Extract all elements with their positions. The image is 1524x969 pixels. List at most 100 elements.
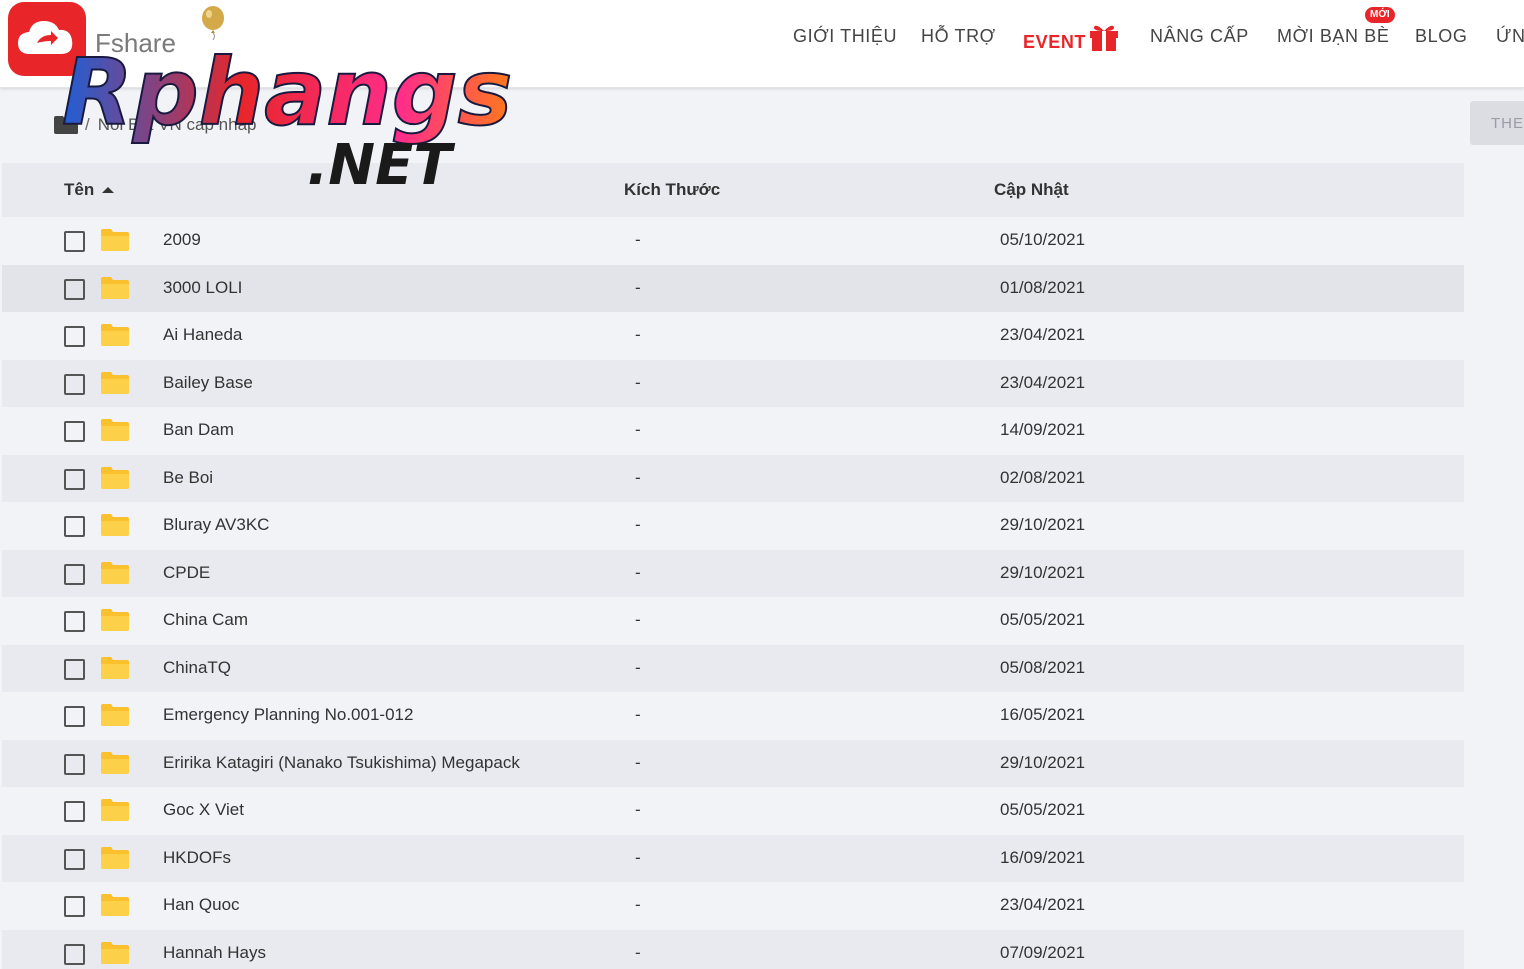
folder-icon bbox=[101, 894, 129, 916]
folder-icon bbox=[101, 324, 129, 346]
row-checkbox[interactable] bbox=[64, 658, 85, 680]
table-row[interactable]: Bailey Base - 23/04/2021 bbox=[2, 359, 1464, 407]
folder-icon bbox=[101, 656, 129, 679]
row-updated: 23/04/2021 bbox=[1000, 372, 1086, 392]
row-checkbox[interactable] bbox=[64, 753, 85, 775]
row-checkbox[interactable] bbox=[64, 848, 85, 870]
row-checkbox[interactable] bbox=[64, 801, 85, 822]
folder-icon bbox=[101, 276, 129, 299]
row-checkbox[interactable] bbox=[64, 563, 85, 585]
row-checkbox[interactable] bbox=[64, 896, 85, 917]
nav-gioi-thieu[interactable]: GIỚI THIỆU bbox=[793, 26, 897, 47]
row-name[interactable]: 3000 LOLI bbox=[163, 278, 242, 298]
row-name[interactable]: ChinaTQ bbox=[163, 658, 231, 678]
table-row[interactable]: Emergency Planning No.001-012 - 16/05/2021 bbox=[2, 692, 1464, 740]
row-size: - bbox=[635, 942, 641, 962]
row-name[interactable]: China Cam bbox=[163, 610, 248, 630]
table-row[interactable]: 2009 - 05/10/2021 bbox=[2, 217, 1464, 265]
row-checkbox[interactable] bbox=[64, 326, 85, 347]
row-size: - bbox=[635, 705, 641, 724]
table-row[interactable]: Be Boi - 02/08/2021 bbox=[2, 454, 1464, 502]
row-checkbox[interactable] bbox=[64, 231, 85, 252]
folder-icon bbox=[101, 466, 129, 489]
row-name[interactable]: Emergency Planning No.001-012 bbox=[163, 705, 413, 725]
row-name[interactable]: Eririka Katagiri (Nanako Tsukishima) Meg… bbox=[163, 753, 520, 773]
row-updated: 14/09/2021 bbox=[1000, 420, 1086, 439]
folder-icon bbox=[101, 371, 129, 394]
nav-ung-dung[interactable]: ỨN bbox=[1496, 26, 1524, 47]
folder-icon bbox=[101, 941, 129, 964]
balloon-icon bbox=[202, 6, 224, 40]
table-row[interactable]: China Cam - 05/05/2021 bbox=[2, 597, 1464, 645]
row-size: - bbox=[635, 515, 641, 534]
row-checkbox[interactable] bbox=[64, 516, 85, 537]
table-row[interactable]: Han Quoc - 23/04/2021 bbox=[2, 882, 1464, 930]
row-updated: 01/08/2021 bbox=[1000, 277, 1086, 297]
nav-nang-cap[interactable]: NÂNG CẤP bbox=[1150, 26, 1249, 47]
column-header-updated[interactable]: Cập Nhật bbox=[994, 180, 1069, 200]
row-size: - bbox=[635, 325, 641, 344]
row-size: - bbox=[635, 230, 641, 249]
row-name[interactable]: Ban Dam bbox=[163, 420, 234, 440]
folder-icon bbox=[101, 799, 129, 821]
gift-icon[interactable] bbox=[1088, 22, 1120, 52]
table-row[interactable]: Ai Haneda - 23/04/2021 bbox=[2, 312, 1464, 360]
row-name[interactable]: CPDE bbox=[163, 563, 210, 583]
row-updated: 29/10/2021 bbox=[1000, 562, 1086, 582]
column-header-size[interactable]: Kích Thước bbox=[624, 180, 720, 200]
sort-asc-icon[interactable] bbox=[102, 187, 114, 193]
table-row[interactable]: HKDOFs - 16/09/2021 bbox=[2, 834, 1464, 882]
table-body: 2009 - 05/10/2021 3000 LOLI - 01/08/2021 Ai Ha… bbox=[2, 217, 1464, 969]
row-name[interactable]: Hannah Hays bbox=[163, 943, 266, 963]
row-size: - bbox=[635, 657, 641, 677]
fshare-logo-icon[interactable] bbox=[8, 2, 86, 76]
table-row[interactable]: Eririka Katagiri (Nanako Tsukishima) Meg… bbox=[2, 739, 1464, 787]
table-row[interactable]: 3000 LOLI - 01/08/2021 bbox=[2, 264, 1464, 312]
table-row[interactable]: CPDE - 29/10/2021 bbox=[2, 549, 1464, 597]
row-name[interactable]: Bluray AV3KC bbox=[163, 515, 269, 535]
folder-icon bbox=[101, 419, 129, 441]
row-size: - bbox=[635, 562, 641, 582]
row-checkbox[interactable] bbox=[64, 468, 85, 490]
row-checkbox[interactable] bbox=[64, 421, 85, 442]
table-row[interactable]: Bluray AV3KC - 29/10/2021 bbox=[2, 502, 1464, 550]
sort-theo-button[interactable]: THEO bbox=[1470, 101, 1524, 145]
folder-icon bbox=[101, 846, 129, 869]
row-size: - bbox=[635, 895, 641, 914]
nav-ho-tro[interactable]: HỖ TRỢ bbox=[921, 26, 996, 47]
row-checkbox[interactable] bbox=[64, 611, 85, 632]
table-row[interactable]: Ban Dam - 14/09/2021 bbox=[2, 407, 1464, 455]
row-checkbox[interactable] bbox=[64, 278, 85, 300]
breadcrumb-separator: / bbox=[85, 115, 90, 134]
nav-blog[interactable]: BLOG bbox=[1415, 26, 1467, 47]
row-updated: 07/09/2021 bbox=[1000, 942, 1086, 962]
row-updated: 05/10/2021 bbox=[1000, 230, 1086, 249]
row-size: - bbox=[635, 467, 641, 487]
nav-event[interactable]: EVENT bbox=[1023, 32, 1086, 53]
table-row[interactable]: ChinaTQ - 05/08/2021 bbox=[2, 644, 1464, 692]
row-name[interactable]: 2009 bbox=[163, 230, 201, 250]
row-size: - bbox=[635, 372, 641, 392]
row-name[interactable]: Be Boi bbox=[163, 468, 213, 488]
row-name[interactable]: Bailey Base bbox=[163, 373, 253, 393]
folder-icon bbox=[101, 514, 129, 536]
top-header: Fshare GIỚI THIỆU HỖ TRỢ EVENT NÂNG CẤP … bbox=[0, 0, 1524, 88]
table-header: Tên Kích Thước Cập Nhật bbox=[2, 163, 1464, 217]
row-name[interactable]: Han Quoc bbox=[163, 895, 240, 915]
brand-name[interactable]: Fshare bbox=[95, 28, 176, 59]
table-row[interactable]: Hannah Hays - 07/09/2021 bbox=[2, 929, 1464, 969]
folder-root-icon[interactable] bbox=[53, 115, 79, 135]
row-name[interactable]: Ai Haneda bbox=[163, 325, 242, 345]
row-checkbox[interactable] bbox=[64, 373, 85, 395]
row-checkbox[interactable] bbox=[64, 943, 85, 965]
row-name[interactable]: HKDOFs bbox=[163, 848, 231, 868]
row-checkbox[interactable] bbox=[64, 706, 85, 727]
row-name[interactable]: Goc X Viet bbox=[163, 800, 244, 820]
column-header-name[interactable]: Tên bbox=[64, 180, 94, 200]
folder-icon bbox=[101, 704, 129, 726]
folder-icon bbox=[101, 609, 129, 631]
folder-icon bbox=[101, 561, 129, 584]
breadcrumb-current[interactable]: Noi Bat VN cap nhap bbox=[98, 115, 257, 135]
table-row[interactable]: Goc X Viet - 05/05/2021 bbox=[2, 787, 1464, 835]
nav-moi-ban-be[interactable]: MỜI BẠN BÈ bbox=[1277, 26, 1389, 47]
